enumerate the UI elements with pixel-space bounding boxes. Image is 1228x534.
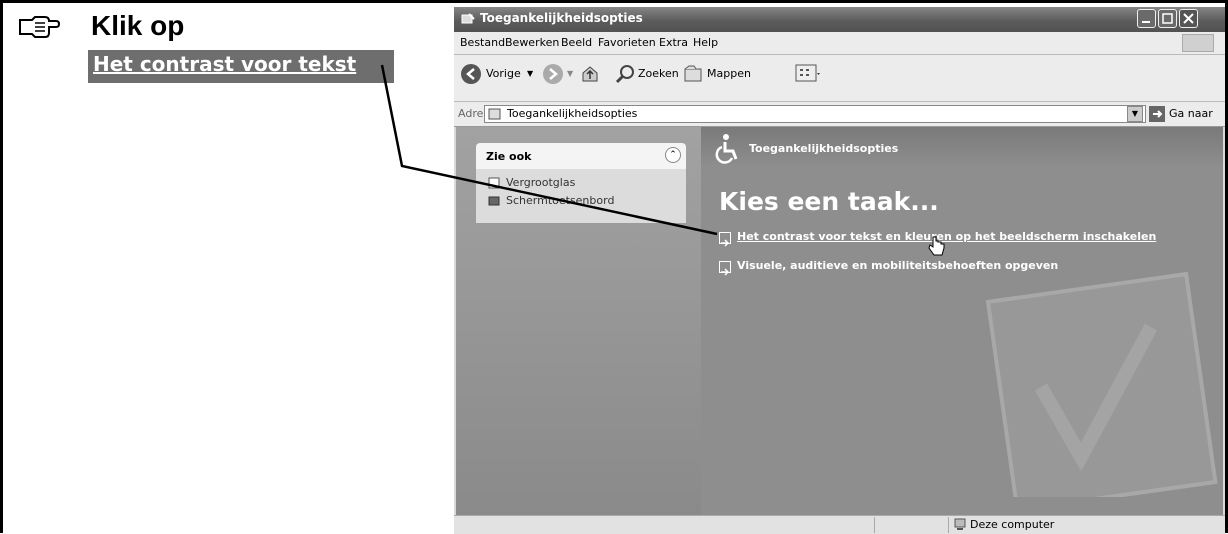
frame-border-left bbox=[0, 0, 3, 533]
pointing-hand-icon bbox=[19, 16, 60, 38]
status-zone: Deze computer bbox=[970, 518, 1055, 531]
keyboard-icon bbox=[488, 196, 500, 206]
collapse-chevron-icon[interactable]: ⌃ bbox=[665, 147, 681, 163]
address-dropdown-icon[interactable]: ▼ bbox=[1127, 106, 1143, 122]
see-also-title: Zie ook bbox=[486, 150, 532, 163]
folders-button[interactable]: Mappen bbox=[707, 67, 751, 80]
accessibility-options-icon bbox=[461, 13, 475, 24]
frame-border-top bbox=[0, 0, 1228, 3]
highlighted-link-callout: Het contrast voor tekst bbox=[88, 50, 394, 83]
toolbar: Vorige ▼ ▼ Zoeken Mappen bbox=[454, 55, 1225, 102]
forward-arrow-icon[interactable] bbox=[542, 63, 564, 85]
checkmark-watermark-icon bbox=[985, 271, 1218, 497]
forward-dropdown-icon[interactable]: ▼ bbox=[567, 69, 573, 78]
back-button[interactable]: Vorige bbox=[486, 67, 521, 80]
minimize-icon bbox=[1142, 21, 1150, 23]
computer-icon bbox=[954, 518, 966, 530]
minimize-button[interactable] bbox=[1137, 9, 1156, 28]
views-icon[interactable] bbox=[795, 63, 821, 85]
back-dropdown-icon[interactable]: ▼ bbox=[527, 69, 533, 78]
maximize-button[interactable] bbox=[1158, 9, 1177, 28]
up-folder-icon[interactable] bbox=[579, 63, 601, 85]
see-also-box: Zie ook ⌃ Vergrootglas Schermtoetsenbord bbox=[476, 143, 686, 223]
back-arrow-icon[interactable] bbox=[460, 63, 482, 85]
status-bar: Deze computer bbox=[454, 515, 1225, 534]
address-page-icon bbox=[488, 108, 501, 120]
task-pane: Zie ook ⌃ Vergrootglas Schermtoetsenbord bbox=[456, 127, 701, 515]
highlighted-link-text: Het contrast voor tekst bbox=[93, 52, 357, 76]
windows-logo-icon bbox=[1182, 34, 1214, 52]
menu-bewerken[interactable]: Bewerken bbox=[505, 36, 559, 49]
content-area: Zie ook ⌃ Vergrootglas Schermtoetsenbord… bbox=[456, 127, 1223, 515]
hand-cursor-icon bbox=[928, 236, 945, 256]
magnifier-icon bbox=[488, 177, 500, 189]
main-pane: Toegankelijkheidsopties Kies een taak...… bbox=[701, 127, 1223, 515]
task-arrow-icon bbox=[719, 232, 731, 247]
close-button[interactable] bbox=[1179, 9, 1198, 28]
menu-bestand[interactable]: Bestand bbox=[460, 36, 505, 49]
menu-extra[interactable]: Extra bbox=[659, 36, 688, 49]
see-also-list: Vergrootglas Schermtoetsenbord bbox=[476, 169, 686, 223]
wheelchair-icon bbox=[715, 134, 738, 164]
window-title: Toegankelijkheidsopties bbox=[480, 11, 643, 25]
task-link-needs[interactable]: Visuele, auditieve en mobiliteitsbehoeft… bbox=[737, 259, 1058, 272]
menu-help[interactable]: Help bbox=[693, 36, 718, 49]
search-button[interactable]: Zoeken bbox=[638, 67, 679, 80]
maximize-icon bbox=[1162, 13, 1173, 24]
close-icon bbox=[1183, 13, 1194, 24]
see-also-item-magnifier[interactable]: Vergrootglas bbox=[506, 176, 575, 189]
menu-beeld[interactable]: Beeld bbox=[561, 36, 592, 49]
instruction-heading: Klik op bbox=[91, 10, 185, 41]
go-button[interactable]: Ga naar bbox=[1169, 107, 1213, 120]
go-arrow-icon[interactable] bbox=[1149, 106, 1165, 122]
task-heading: Kies een taak... bbox=[719, 187, 939, 216]
address-value: Toegankelijkheidsopties bbox=[507, 107, 638, 120]
menu-favorieten[interactable]: Favorieten bbox=[598, 36, 656, 49]
panel-title: Toegankelijkheidsopties bbox=[749, 142, 899, 155]
see-also-header[interactable]: Zie ook ⌃ bbox=[476, 143, 686, 169]
title-bar: Toegankelijkheidsopties bbox=[454, 7, 1225, 32]
search-icon[interactable] bbox=[614, 63, 636, 85]
menu-bar: Bestand Bewerken Beeld Favorieten Extra … bbox=[454, 32, 1225, 55]
task-arrow-icon bbox=[719, 261, 731, 276]
folders-icon[interactable] bbox=[682, 63, 704, 85]
address-field[interactable]: Toegankelijkheidsopties ▼ bbox=[484, 105, 1146, 123]
address-bar: Adres Toegankelijkheidsopties ▼ Ga naar bbox=[454, 102, 1225, 127]
explorer-window: Toegankelijkheidsopties Bestand Bewerken… bbox=[454, 7, 1225, 534]
see-also-item-keyboard[interactable]: Schermtoetsenbord bbox=[506, 194, 614, 207]
